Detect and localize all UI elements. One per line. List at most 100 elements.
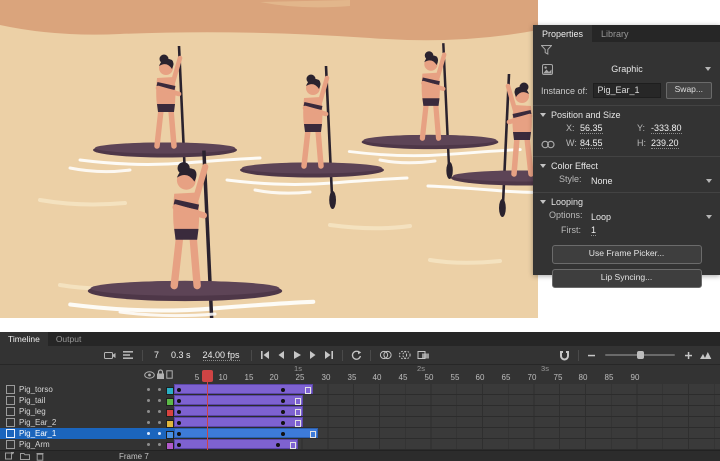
- tween-span[interactable]: [174, 395, 303, 405]
- layer-outline-color[interactable]: [166, 409, 174, 417]
- layer-lock-dot[interactable]: [158, 399, 161, 402]
- layer-visibility-dot[interactable]: [147, 399, 150, 402]
- lock-icon[interactable]: [156, 369, 165, 380]
- keyframe-dot[interactable]: [177, 410, 181, 414]
- frame-row[interactable]: [174, 384, 720, 395]
- tab-timeline[interactable]: Timeline: [0, 332, 48, 346]
- layer-lock-dot[interactable]: [158, 443, 161, 446]
- symbol-type-dropdown[interactable]: Graphic: [542, 60, 711, 78]
- h-value[interactable]: 239.20: [651, 138, 679, 149]
- onion-skin-outline-icon[interactable]: [398, 350, 411, 360]
- tab-library[interactable]: Library: [592, 25, 638, 42]
- layer-visibility-dot[interactable]: [147, 388, 150, 391]
- keyframe-dot[interactable]: [177, 399, 181, 403]
- show-hide-eye-icon[interactable]: [144, 371, 155, 379]
- color-effect-header[interactable]: Color Effect: [533, 157, 720, 174]
- looping-header[interactable]: Looping: [533, 193, 720, 210]
- frame-row-selected[interactable]: [174, 428, 720, 439]
- instance-name-field[interactable]: Pig_Ear_1: [593, 83, 661, 98]
- delete-layer-icon[interactable]: [36, 452, 44, 461]
- resize-timeline-view-icon[interactable]: [699, 350, 712, 360]
- frame-row[interactable]: [174, 417, 720, 428]
- loop-dropdown[interactable]: Loop: [591, 210, 712, 224]
- play-icon[interactable]: [292, 350, 302, 360]
- frame-row[interactable]: [174, 406, 720, 417]
- lip-syncing-button[interactable]: Lip Syncing...: [552, 269, 702, 288]
- camera-icon[interactable]: [104, 350, 116, 360]
- swap-button[interactable]: Swap...: [666, 82, 712, 99]
- layer-row[interactable]: Pig_Arm: [0, 439, 174, 450]
- chevron-down-icon: [706, 179, 712, 183]
- keyframe-dot[interactable]: [281, 421, 285, 425]
- use-frame-picker-button[interactable]: Use Frame Picker...: [552, 245, 702, 264]
- layer-row-selected[interactable]: Pig_Ear_1: [0, 428, 174, 439]
- zoom-slider-knob[interactable]: [637, 351, 644, 359]
- layer-row[interactable]: Pig_torso: [0, 384, 174, 395]
- tween-span[interactable]: [174, 417, 303, 427]
- frame-rate-value[interactable]: 24.00 fps: [203, 350, 240, 361]
- timeline-zoom-slider[interactable]: [605, 354, 675, 356]
- style-dropdown[interactable]: None: [591, 174, 712, 188]
- zoom-out-icon[interactable]: [587, 351, 596, 360]
- keyframe-dot[interactable]: [281, 410, 285, 414]
- go-to-last-frame-icon[interactable]: [324, 350, 334, 360]
- layer-visibility-dot[interactable]: [147, 432, 150, 435]
- layer-outline-color[interactable]: [166, 420, 174, 428]
- layer-lock-dot[interactable]: [158, 410, 161, 413]
- frame-grid[interactable]: [174, 384, 720, 450]
- layer-visibility-dot[interactable]: [147, 421, 150, 424]
- layer-outline-color[interactable]: [166, 398, 174, 406]
- edit-multiple-frames-icon[interactable]: [417, 350, 430, 360]
- keyframe-dot[interactable]: [281, 432, 285, 436]
- w-value[interactable]: 84.55: [580, 138, 603, 149]
- zoom-in-icon[interactable]: [684, 351, 693, 360]
- snap-magnet-icon[interactable]: [559, 350, 570, 361]
- link-constrain-icon[interactable]: [541, 140, 555, 149]
- go-to-first-frame-icon[interactable]: [260, 350, 270, 360]
- layer-depth-icon[interactable]: [122, 350, 134, 360]
- x-value[interactable]: 56.35: [580, 123, 603, 134]
- tween-span[interactable]: [174, 406, 303, 416]
- layer-lock-dot[interactable]: [158, 421, 161, 424]
- layer-outline-color[interactable]: [166, 387, 174, 395]
- frame-row[interactable]: [174, 439, 720, 450]
- layer-lock-dot[interactable]: [158, 388, 161, 391]
- keyframe-dot[interactable]: [177, 388, 181, 392]
- layer-outline-color[interactable]: [166, 442, 174, 450]
- step-back-icon[interactable]: [276, 350, 286, 360]
- keyframe-dot[interactable]: [177, 443, 181, 447]
- first-value[interactable]: 1: [591, 225, 596, 236]
- playhead[interactable]: [202, 370, 213, 382]
- position-size-header[interactable]: Position and Size: [533, 106, 720, 123]
- toolbar-separator: [142, 350, 143, 361]
- new-folder-icon[interactable]: [20, 452, 30, 460]
- layer-row[interactable]: Pig_tail: [0, 395, 174, 406]
- tab-output[interactable]: Output: [48, 332, 90, 346]
- layer-row[interactable]: Pig_leg: [0, 406, 174, 417]
- keyframe-dot[interactable]: [177, 421, 181, 425]
- tween-span[interactable]: [174, 384, 313, 394]
- layer-visibility-dot[interactable]: [147, 410, 150, 413]
- layer-row[interactable]: Pig_Ear_2: [0, 417, 174, 428]
- onion-skin-icon[interactable]: [379, 350, 392, 360]
- outline-color-column-icon[interactable]: [166, 370, 173, 379]
- tween-span-selected[interactable]: [174, 428, 318, 438]
- tab-properties[interactable]: Properties: [533, 25, 592, 42]
- stage-canvas[interactable]: [0, 0, 538, 318]
- keyframe-dot[interactable]: [281, 388, 285, 392]
- step-forward-icon[interactable]: [308, 350, 318, 360]
- filter-icon[interactable]: [541, 45, 552, 55]
- new-layer-icon[interactable]: [5, 452, 14, 460]
- frame-row[interactable]: [174, 395, 720, 406]
- tween-span[interactable]: [174, 439, 298, 449]
- keyframe-dot[interactable]: [177, 432, 181, 436]
- layer-lock-dot[interactable]: [158, 432, 161, 435]
- ruler-number: 15: [245, 373, 254, 382]
- layer-visibility-dot[interactable]: [147, 443, 150, 446]
- layer-outline-color[interactable]: [166, 431, 174, 439]
- loop-playback-icon[interactable]: [351, 350, 362, 361]
- frame-ruler[interactable]: 1s 2s 3s 5 10 15 20 25 30 35 40 45 50 55…: [174, 364, 720, 384]
- y-value[interactable]: -333.80: [651, 123, 682, 134]
- keyframe-dot[interactable]: [281, 399, 285, 403]
- keyframe-dot[interactable]: [276, 443, 280, 447]
